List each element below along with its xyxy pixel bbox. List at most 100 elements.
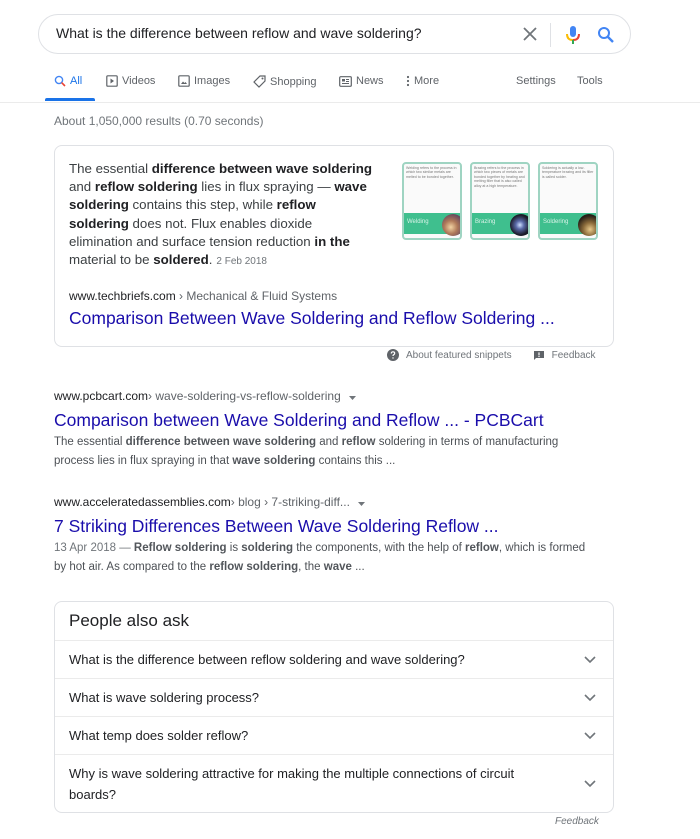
paa-question-text: Why is wave soldering attractive for mak… — [69, 766, 515, 802]
result-path: › wave-soldering-vs-reflow-soldering — [148, 389, 341, 403]
result-path: › blog › 7-striking-diff... — [230, 495, 350, 509]
clear-search-button[interactable] — [520, 24, 540, 44]
tab-label: More — [414, 75, 440, 87]
text: contains this step, while — [128, 197, 277, 213]
tab-videos[interactable]: Videos — [106, 75, 155, 87]
search-icon — [598, 27, 614, 43]
snippet-footer: About featured snippets Feedback — [387, 349, 596, 361]
paa-question[interactable]: What is the difference between reflow so… — [55, 640, 613, 678]
result-snippet: The essential difference between wave so… — [54, 433, 594, 471]
search-icon — [54, 75, 66, 87]
highlighted-text: soldered — [153, 252, 209, 268]
search-bar[interactable] — [38, 14, 631, 54]
people-also-ask: People also ask What is the difference b… — [54, 601, 614, 813]
tab-label: Images — [194, 75, 231, 87]
text: and — [69, 179, 95, 195]
card-welding: Welding refers to the process in which t… — [402, 162, 462, 240]
text: contains this ... — [315, 455, 396, 467]
close-icon — [523, 27, 537, 41]
card-caption: Brazing refers to the process in which t… — [474, 166, 525, 188]
highlighted-text: Reflow soldering — [133, 542, 227, 554]
card-caption: Soldering is actually a low-temperature … — [542, 166, 594, 179]
text: ... — [351, 561, 365, 573]
highlighted-text: wave soldering — [232, 455, 316, 467]
text: and — [316, 436, 342, 448]
search-input[interactable] — [56, 25, 496, 41]
tab-shopping[interactable]: Shopping — [253, 75, 317, 88]
card-brazing: Brazing refers to the process in which t… — [470, 162, 530, 240]
result-title-link[interactable]: Comparison between Wave Soldering and Re… — [54, 408, 594, 432]
about-label: About featured snippets — [406, 349, 512, 361]
result-title-link[interactable]: 7 Striking Differences Between Wave Sold… — [54, 514, 594, 538]
paa-feedback-link[interactable]: Feedback — [555, 816, 599, 827]
result-domain: www.pcbcart.com — [54, 389, 149, 403]
paa-question[interactable]: Why is wave soldering attractive for mak… — [55, 754, 613, 812]
tools-label: Tools — [577, 75, 603, 87]
text: is — [226, 542, 242, 554]
card-label: Brazing — [475, 219, 496, 225]
cite-domain: www.techbriefs.com — [69, 289, 176, 303]
search-divider — [550, 23, 551, 47]
result-cite: www.acceleratedassemblies.com › blog › 7… — [54, 493, 594, 511]
image-icon — [178, 75, 190, 87]
snippet-image[interactable]: Welding refers to the process in which t… — [402, 162, 599, 242]
highlighted-text: wave — [323, 561, 352, 573]
paa-question-text: What is the difference between reflow so… — [69, 652, 465, 667]
chevron-down-icon — [584, 780, 596, 788]
tools-link[interactable]: Tools — [577, 75, 603, 87]
tab-more[interactable]: More — [406, 75, 439, 87]
result-cite: www.pcbcart.com › wave-soldering-vs-refl… — [54, 387, 594, 405]
search-button[interactable] — [596, 24, 616, 46]
tab-news[interactable]: News — [339, 75, 384, 87]
snippet-body: The essential difference between wave so… — [69, 161, 372, 267]
highlighted-text: reflow — [465, 542, 499, 554]
mic-icon — [566, 26, 580, 44]
result-snippet: 13 Apr 2018 — Reflow soldering is solder… — [54, 539, 594, 577]
tab-images[interactable]: Images — [178, 75, 230, 87]
snippet-title-link[interactable]: Comparison Between Wave Soldering and Re… — [69, 308, 555, 329]
tab-all[interactable]: All — [54, 75, 82, 87]
chevron-down-icon — [584, 732, 596, 740]
paa-question[interactable]: What temp does solder reflow? — [55, 716, 613, 754]
text: The essential — [69, 161, 152, 176]
tab-label: News — [356, 75, 384, 87]
help-icon — [387, 349, 399, 361]
result-menu-button[interactable] — [357, 495, 365, 509]
settings-label: Settings — [516, 75, 556, 87]
text: lies in flux spraying — — [197, 179, 335, 195]
brazing-thumbnail — [510, 214, 528, 236]
text: . — [208, 252, 213, 268]
settings-link[interactable]: Settings — [516, 75, 556, 87]
about-featured-snippets-link[interactable]: About featured snippets — [387, 349, 512, 361]
newspaper-icon — [339, 75, 352, 87]
result-snippet-text: The essential difference between wave so… — [54, 436, 558, 467]
highlighted-text: difference between wave soldering — [125, 436, 317, 448]
feedback-label: Feedback — [551, 349, 596, 361]
feedback-icon — [533, 350, 544, 360]
welding-thumbnail — [442, 214, 460, 236]
snippet-date: 2 Feb 2018 — [216, 256, 267, 268]
result-menu-button[interactable] — [348, 389, 356, 403]
search-tabs: All Videos Images Shopping News More Set… — [0, 66, 700, 103]
result-snippet-text: Reflow soldering is soldering the compon… — [54, 542, 585, 573]
voice-search-button[interactable] — [563, 24, 583, 46]
paa-question[interactable]: What is wave soldering process? — [55, 678, 613, 716]
caret-down-icon — [357, 502, 365, 506]
snippet-feedback-link[interactable]: Feedback — [533, 350, 596, 361]
highlighted-text: reflow soldering — [94, 179, 198, 195]
highlighted-text: reflow — [341, 436, 376, 448]
text: The essential — [54, 436, 126, 448]
chevron-down-icon — [584, 694, 596, 702]
chevron-down-icon — [584, 656, 596, 664]
tab-label: Videos — [122, 75, 156, 87]
soldering-thumbnail — [578, 214, 596, 236]
highlighted-text: difference between wave soldering — [151, 161, 372, 176]
card-soldering: Soldering is actually a low-temperature … — [538, 162, 598, 240]
play-icon — [106, 75, 118, 87]
tag-icon — [253, 75, 266, 88]
snippet-cite: www.techbriefs.com › Mechanical & Fluid … — [69, 289, 337, 303]
card-label: Soldering — [543, 219, 569, 225]
paa-question-text: What is wave soldering process? — [69, 690, 260, 705]
caret-down-icon — [348, 396, 356, 400]
card-label: Welding — [407, 219, 429, 225]
